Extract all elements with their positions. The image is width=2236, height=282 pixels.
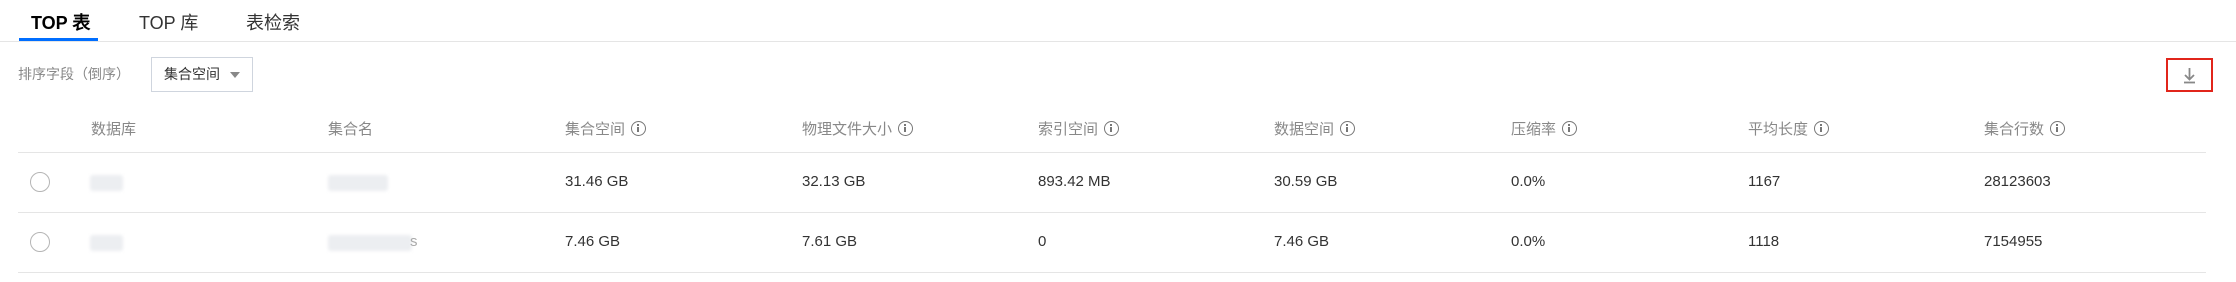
table-row[interactable]: 31.46 GB 32.13 GB 893.42 MB 30.59 GB 0.0… [18,153,2206,213]
download-button[interactable] [2166,58,2213,92]
row-select-radio[interactable] [30,172,50,192]
info-icon[interactable] [1814,121,1830,136]
redacted-collection-name [328,175,388,191]
info-icon[interactable] [1562,121,1578,136]
header-row-count: 集合行数 [1984,118,2066,139]
info-icon[interactable] [1104,121,1120,136]
cell-index-space: 0 [1038,233,1047,250]
cell-average-length: 1118 [1748,233,1780,250]
header-collection-space: 集合空间 [565,118,647,139]
info-icon[interactable] [631,121,647,136]
cell-physical-size: 7.61 GB [802,233,858,250]
redacted-database-name [90,235,123,251]
cell-row-count: 28123603 [1984,173,2051,190]
active-tab-indicator [19,38,98,41]
header-database: 数据库 [91,121,137,138]
cell-average-length: 1167 [1748,173,1781,190]
header-compression-ratio: 压缩率 [1511,118,1578,139]
cell-data-space: 30.59 GB [1274,173,1338,190]
cell-data-space: 7.46 GB [1274,233,1330,250]
header-data-space: 数据空间 [1274,118,1356,139]
caret-down-icon [230,72,240,78]
table-header: 数据库 集合名 集合空间 物理文件大小 索引空间 数据空间 压缩率 平均长度 集… [18,108,2206,153]
redacted-database-name [90,175,123,191]
header-collection-name: 集合名 [328,121,374,138]
row-select-radio[interactable] [30,232,50,252]
cell-physical-size: 32.13 GB [802,173,866,190]
collection-name-tail: s [410,233,418,250]
redacted-collection-name [328,235,412,251]
tab-top-tables[interactable]: TOP 表 [31,9,90,35]
cell-compression-ratio: 0.0% [1511,233,1546,250]
cell-collection-space: 31.46 GB [565,173,629,190]
sort-field-value: 集合空间 [164,66,220,82]
cell-row-count: 7154955 [1984,233,2043,250]
cell-compression-ratio: 0.0% [1511,173,1546,190]
table-row[interactable]: s 7.46 GB 7.61 GB 0 7.46 GB 0.0% 1118 71… [18,213,2206,273]
cell-collection-space: 7.46 GB [565,233,621,250]
tab-top-databases[interactable]: TOP 库 [139,9,198,35]
tab-table-search[interactable]: 表检索 [246,9,300,35]
info-icon[interactable] [1340,121,1356,136]
sort-field-select[interactable]: 集合空间 [151,57,253,92]
header-average-length: 平均长度 [1748,118,1830,139]
header-physical-size: 物理文件大小 [802,118,914,139]
sort-field-label: 排序字段（倒序） [18,66,130,82]
info-icon[interactable] [2050,121,2066,136]
tab-bar: TOP 表 TOP 库 表检索 [0,0,2236,42]
cell-index-space: 893.42 MB [1038,173,1111,190]
info-icon[interactable] [898,121,914,136]
download-icon [2184,68,2195,84]
header-index-space: 索引空间 [1038,118,1120,139]
